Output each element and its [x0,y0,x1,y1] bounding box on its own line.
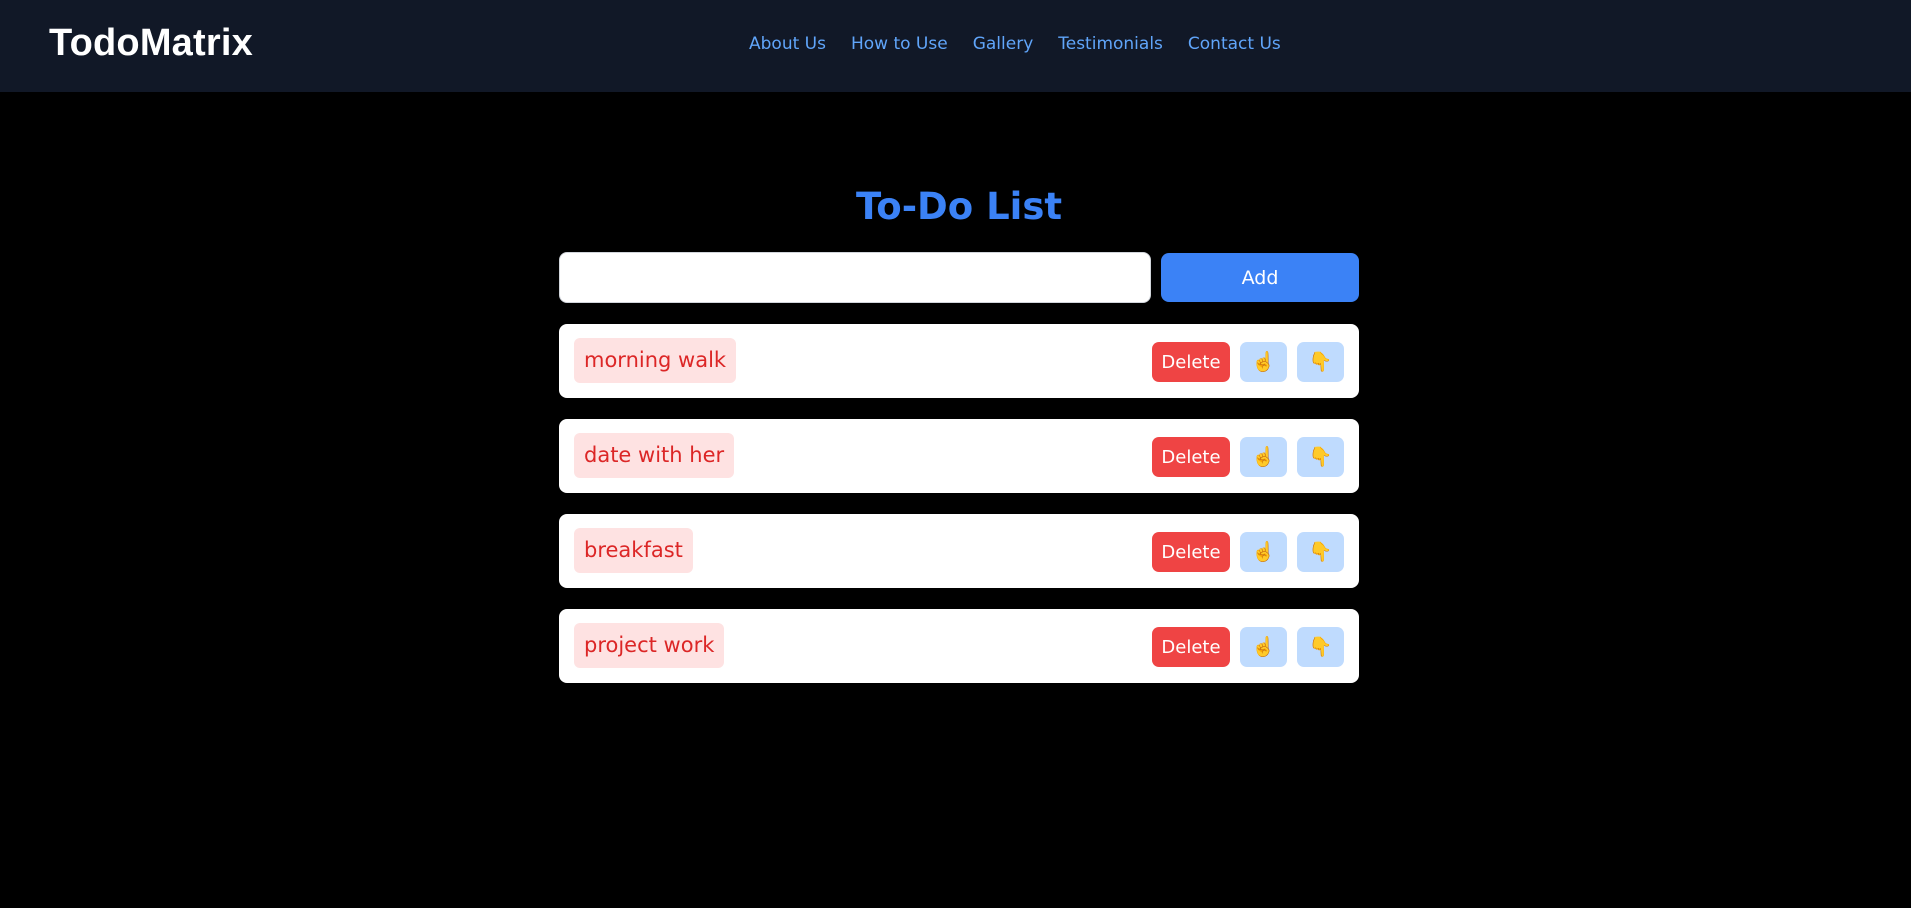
todo-actions: Delete ☝ 👇 [1152,627,1344,667]
delete-button[interactable]: Delete [1152,437,1230,477]
add-button[interactable]: Add [1161,253,1359,302]
nav-link-contact-us[interactable]: Contact Us [1188,34,1281,54]
todo-text: project work [574,623,725,668]
move-up-button[interactable]: ☝ [1240,627,1287,667]
todo-item: morning walk Delete ☝ 👇 [559,324,1359,398]
todo-item: project work Delete ☝ 👇 [559,609,1359,683]
pointing-up-icon: ☝ [1251,352,1276,373]
delete-button[interactable]: Delete [1152,342,1230,382]
add-todo-row: Add [559,252,1359,304]
page-title: To-Do List [855,185,1063,228]
move-up-button[interactable]: ☝ [1240,532,1287,572]
nav-link-testimonials[interactable]: Testimonials [1058,34,1163,54]
todo-list: morning walk Delete ☝ 👇 date with her De… [559,324,1359,704]
move-up-button[interactable]: ☝ [1240,342,1287,382]
todo-actions: Delete ☝ 👇 [1152,437,1344,477]
todo-container: To-Do List Add morning walk Delete ☝ 👇 d… [559,170,1359,683]
pointing-up-icon: ☝ [1251,447,1276,468]
pointing-down-icon: 👇 [1308,352,1333,373]
pointing-down-icon: 👇 [1308,542,1333,563]
pointing-up-icon: ☝ [1251,542,1276,563]
move-down-button[interactable]: 👇 [1297,437,1344,477]
todo-text: date with her [574,433,735,478]
navbar: TodoMatrix About Us How to Use Gallery T… [0,0,1911,92]
todo-text: breakfast [574,528,693,573]
nav-link-about-us[interactable]: About Us [749,34,826,54]
brand-logo[interactable]: TodoMatrix [49,22,253,65]
delete-button[interactable]: Delete [1152,627,1230,667]
nav-link-gallery[interactable]: Gallery [973,34,1034,54]
todo-item: breakfast Delete ☝ 👇 [559,514,1359,588]
move-down-button[interactable]: 👇 [1297,342,1344,382]
move-up-button[interactable]: ☝ [1240,437,1287,477]
pointing-down-icon: 👇 [1308,637,1333,658]
delete-button[interactable]: Delete [1152,532,1230,572]
todo-actions: Delete ☝ 👇 [1152,532,1344,572]
pointing-down-icon: 👇 [1308,447,1333,468]
nav-link-how-to-use[interactable]: How to Use [851,34,948,54]
move-down-button[interactable]: 👇 [1297,532,1344,572]
move-down-button[interactable]: 👇 [1297,627,1344,667]
todo-item: date with her Delete ☝ 👇 [559,419,1359,493]
new-todo-input[interactable] [559,252,1151,303]
todo-actions: Delete ☝ 👇 [1152,342,1344,382]
nav-links: About Us How to Use Gallery Testimonials… [749,34,1281,54]
todo-text: morning walk [574,338,737,383]
pointing-up-icon: ☝ [1251,637,1276,658]
